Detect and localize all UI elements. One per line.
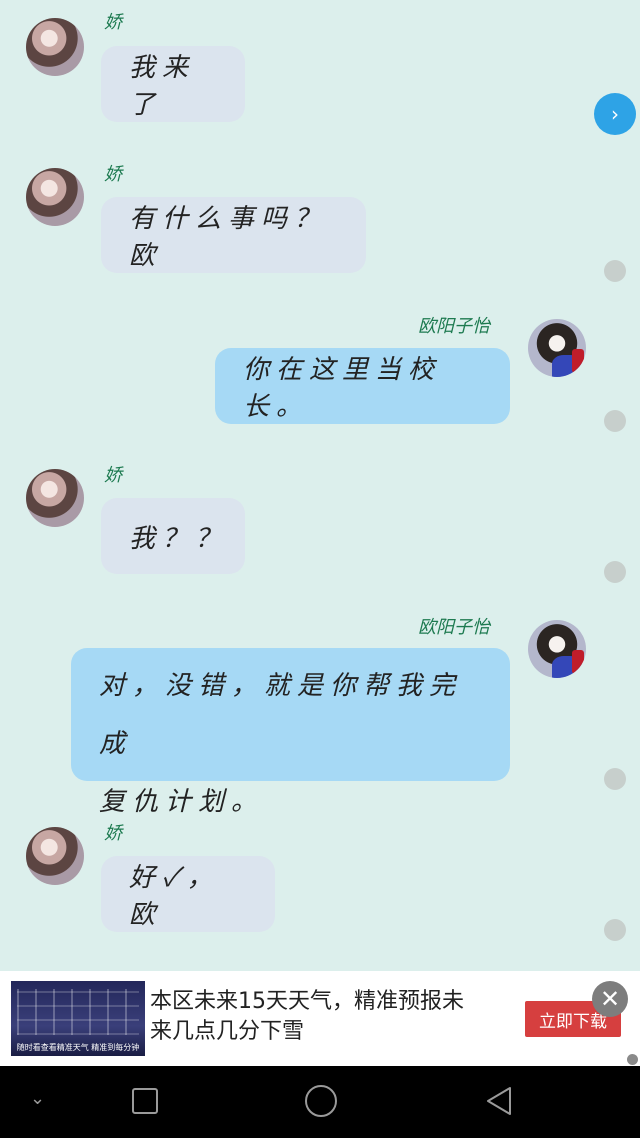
- close-icon: ✕: [599, 985, 621, 1013]
- message-bubble[interactable]: 对，没错，就是你帮我完成 复仇计划。: [71, 648, 510, 817]
- weather-grid-image: [17, 989, 139, 1035]
- message-status-dot: [604, 410, 626, 432]
- recent-apps-button[interactable]: [132, 1088, 158, 1114]
- avatar[interactable]: [26, 469, 84, 527]
- avatar[interactable]: [26, 168, 84, 226]
- message-bubble[interactable]: 有什么事吗？欧: [101, 197, 366, 273]
- sender-name: 娇: [104, 823, 122, 844]
- message-status-dot: [604, 768, 626, 790]
- message-bubble[interactable]: 你在这里当校长。: [215, 348, 510, 424]
- message-line: 复仇计划。: [99, 787, 265, 817]
- ad-info-icon[interactable]: [627, 1054, 638, 1065]
- message-line: 对，没错，就是你帮我完成: [99, 671, 463, 759]
- ad-banner[interactable]: 随时看查看精准天气 精准到每分钟 本区未来15天天气，精准预报未 来几点几分下雪…: [0, 971, 640, 1066]
- message-bubble[interactable]: 我？？: [101, 498, 245, 574]
- ad-thumb-caption: 随时看查看精准天气 精准到每分钟: [16, 1043, 140, 1052]
- avatar[interactable]: [528, 620, 586, 678]
- ad-text-line: 本区未来15天天气，精准预报未: [150, 989, 464, 1014]
- sender-name: 欧阳子怡: [418, 617, 490, 638]
- ad-text-line: 来几点几分下雪: [150, 1019, 305, 1044]
- chevron-down-icon[interactable]: ⌄: [30, 1088, 45, 1109]
- avatar[interactable]: [528, 319, 586, 377]
- message-bubble[interactable]: 我来了: [101, 46, 245, 122]
- message-status-dot: [604, 260, 626, 282]
- message-status-dot: [604, 561, 626, 583]
- navigation-bar: ⌄: [0, 1066, 640, 1138]
- back-button[interactable]: [482, 1084, 516, 1118]
- avatar[interactable]: [26, 827, 84, 885]
- message-bubble[interactable]: 好✓，欧: [101, 856, 275, 932]
- sender-name: 娇: [104, 12, 122, 33]
- sender-name: 娇: [104, 465, 122, 486]
- sender-name: 欧阳子怡: [418, 316, 490, 337]
- chevron-right-icon: ›: [611, 102, 619, 126]
- sender-name: 娇: [104, 164, 122, 185]
- home-button[interactable]: [305, 1085, 337, 1117]
- ad-thumbnail: 随时看查看精准天气 精准到每分钟: [11, 981, 145, 1056]
- ad-text: 本区未来15天天气，精准预报未 来几点几分下雪: [150, 987, 495, 1047]
- next-message-button[interactable]: ›: [594, 93, 636, 135]
- message-status-dot: [604, 919, 626, 941]
- close-ad-button[interactable]: ✕: [592, 981, 628, 1017]
- avatar[interactable]: [26, 18, 84, 76]
